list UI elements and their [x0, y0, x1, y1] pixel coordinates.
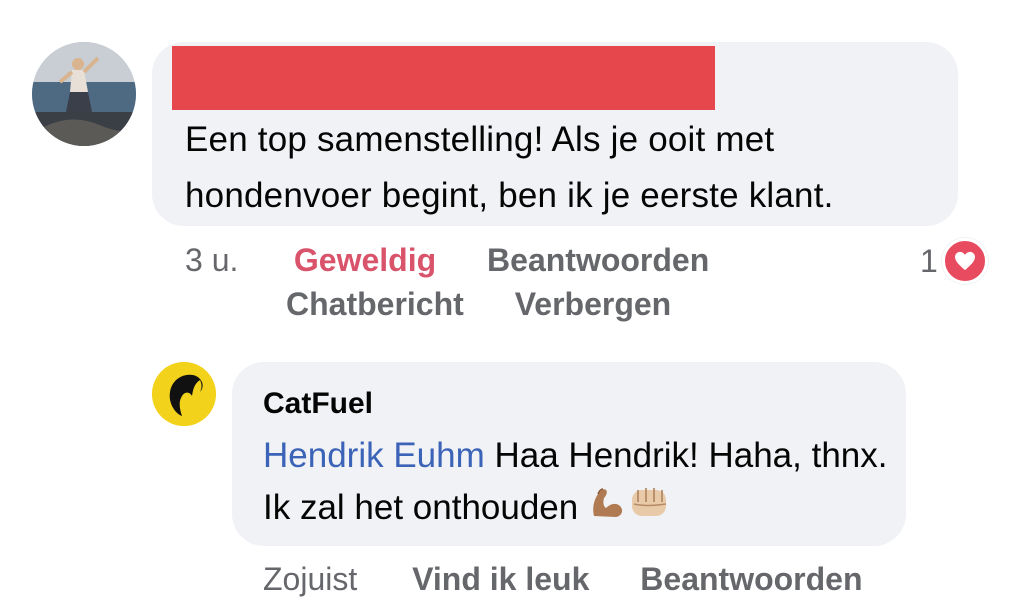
- mention-link[interactable]: Hendrik Euhm: [263, 436, 485, 475]
- comment-text: Een top samenstelling! Als je ooit met h…: [185, 120, 834, 215]
- hide-button[interactable]: Verbergen: [515, 282, 672, 326]
- reaction-count: 1: [920, 243, 938, 279]
- like-button[interactable]: Vind ik leuk: [412, 557, 589, 601]
- redacted-author-name: [172, 46, 715, 110]
- comment-actions: 3 u. Geweldig Beantwoorden: [185, 238, 751, 282]
- comment-actions-row-2: Chatbericht Verbergen: [286, 282, 713, 326]
- oncoming-fist-icon: [628, 482, 672, 537]
- reply-timestamp: Zojuist: [263, 561, 358, 597]
- reply-actions: Zojuist Vind ik leuk Beantwoorden: [263, 557, 905, 601]
- catfuel-avatar[interactable]: [152, 362, 216, 426]
- reply-button[interactable]: Beantwoorden: [487, 238, 709, 282]
- reaction-summary[interactable]: 1: [920, 238, 988, 284]
- commenter-avatar[interactable]: [32, 42, 136, 146]
- comment-thread: Een top samenstelling! Als je ooit met h…: [0, 0, 1024, 604]
- reply-reply-button[interactable]: Beantwoorden: [640, 557, 862, 601]
- comment-timestamp: 3 u.: [185, 242, 239, 278]
- flexed-biceps-icon: [588, 482, 628, 537]
- reaction-button[interactable]: Geweldig: [294, 238, 436, 282]
- message-button[interactable]: Chatbericht: [286, 282, 464, 326]
- reply-author-name[interactable]: CatFuel: [263, 384, 373, 424]
- reply-text: Hendrik Euhm Haa Hendrik! Haha, thnx. Ik…: [263, 430, 893, 537]
- heart-icon: [941, 238, 988, 284]
